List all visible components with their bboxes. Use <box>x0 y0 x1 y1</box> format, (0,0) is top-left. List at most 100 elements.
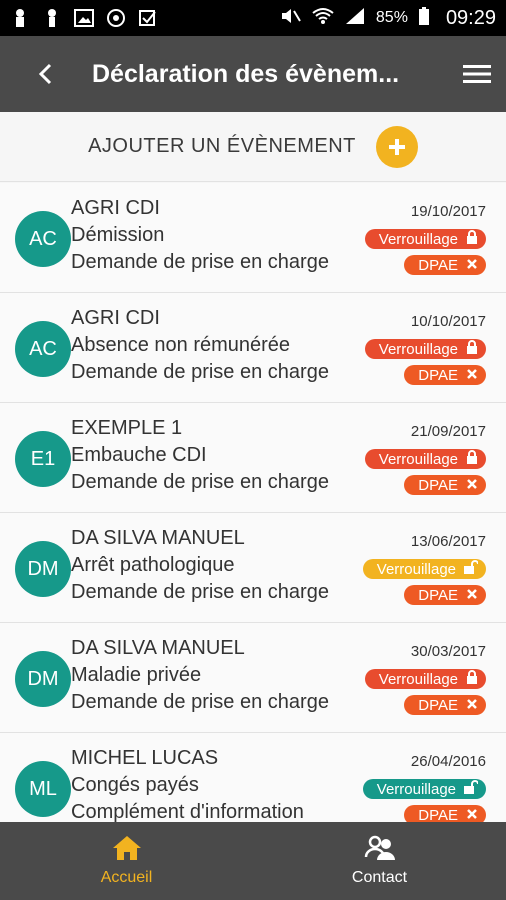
employee-name: DA SILVA MANUEL <box>71 637 245 659</box>
dpae-badge: DPAE <box>404 805 486 822</box>
event-row[interactable]: AC AGRI CDI Absence non rémunérée Demand… <box>0 293 506 403</box>
lock-badge-label: Verrouillage <box>378 340 458 358</box>
avatar: E1 <box>15 431 71 487</box>
avatar: AC <box>15 211 71 267</box>
lock-badge-label: Verrouillage <box>378 450 458 468</box>
back-arrow-icon <box>38 63 52 85</box>
dpae-badge: DPAE <box>404 475 486 495</box>
lock-badge-label: Verrouillage <box>378 670 458 688</box>
dpae-badge: DPAE <box>404 585 486 605</box>
notification-icon <box>10 8 30 28</box>
sync-icon <box>106 8 126 28</box>
add-event-button[interactable] <box>375 125 418 168</box>
event-list: AC AGRI CDI Démission Demande de prise e… <box>0 183 506 822</box>
lock-badge: Verrouillage <box>364 339 486 359</box>
back-button[interactable] <box>0 36 92 112</box>
battery-percent: 85% <box>375 9 408 26</box>
notification-icons <box>10 8 158 28</box>
check-icon <box>138 8 158 28</box>
avatar: ML <box>15 761 71 817</box>
event-type: Congés payés <box>71 774 199 796</box>
status-bar: 85% 09:29 <box>0 0 506 36</box>
lock-badge: Verrouillage <box>364 229 486 249</box>
employee-name: EXEMPLE 1 <box>71 417 183 439</box>
nav-item-accueil[interactable]: Accueil <box>0 822 253 900</box>
contact-icon <box>364 835 395 860</box>
avatar: AC <box>15 321 71 377</box>
lock-closed-icon <box>466 670 478 688</box>
lock-badge-label: Verrouillage <box>378 230 458 248</box>
plus-icon <box>388 138 405 155</box>
employee-name: AGRI CDI <box>71 307 160 329</box>
event-date: 13/06/2017 <box>410 533 486 550</box>
close-x-icon <box>466 477 478 494</box>
close-x-icon <box>466 367 478 384</box>
dpae-label: DPAE <box>418 696 458 714</box>
app-bar: Déclaration des évènem... <box>0 36 506 112</box>
event-type: Maladie privée <box>71 664 202 686</box>
lock-badge: Verrouillage <box>364 669 486 689</box>
image-icon <box>74 8 94 28</box>
event-row[interactable]: DM DA SILVA MANUEL Maladie privée Demand… <box>0 623 506 733</box>
menu-button[interactable] <box>448 36 506 112</box>
lock-badge-label: Verrouillage <box>376 780 456 798</box>
clock: 09:29 <box>445 6 496 29</box>
event-type: Embauche CDI <box>71 444 207 466</box>
lock-badge: Verrouillage <box>364 449 486 469</box>
dpae-label: DPAE <box>418 366 458 384</box>
lock-open-icon <box>464 560 479 578</box>
close-x-icon <box>466 697 478 714</box>
nav-label-accueil: Accueil <box>100 869 153 886</box>
battery-icon <box>418 6 430 31</box>
nav-label-contact: Contact <box>351 869 408 886</box>
mute-icon <box>280 7 302 30</box>
nav-item-contact[interactable]: Contact <box>253 822 506 900</box>
add-event-label: AJOUTER UN ÉVÈNEMENT <box>88 135 356 157</box>
event-type: Démission <box>71 224 165 246</box>
lock-closed-icon <box>466 340 478 358</box>
bottom-nav: Accueil Contact <box>0 822 506 900</box>
close-x-icon <box>466 587 478 604</box>
event-date: 30/03/2017 <box>410 643 486 660</box>
dpae-label: DPAE <box>418 256 458 274</box>
lock-closed-icon <box>466 230 478 248</box>
signal-icon <box>344 7 366 30</box>
lock-badge-label: Verrouillage <box>376 560 456 578</box>
event-detail: Demande de prise en charge <box>71 361 329 383</box>
hamburger-menu-icon <box>463 65 491 83</box>
lock-badge: Verrouillage <box>362 559 486 579</box>
event-row[interactable]: ML MICHEL LUCAS Congés payés Complément … <box>0 733 506 822</box>
event-date: 19/10/2017 <box>410 203 486 220</box>
event-detail: Demande de prise en charge <box>71 581 329 603</box>
dpae-label: DPAE <box>418 806 458 823</box>
event-date: 21/09/2017 <box>410 423 486 440</box>
event-detail: Demande de prise en charge <box>71 691 329 713</box>
dpae-badge: DPAE <box>404 695 486 715</box>
event-detail: Demande de prise en charge <box>71 471 329 493</box>
lock-closed-icon <box>466 450 478 468</box>
wifi-icon <box>312 7 334 30</box>
dpae-badge: DPAE <box>404 255 486 275</box>
event-row[interactable]: AC AGRI CDI Démission Demande de prise e… <box>0 183 506 293</box>
event-detail: Demande de prise en charge <box>71 251 329 273</box>
dpae-label: DPAE <box>418 476 458 494</box>
home-icon <box>112 836 141 860</box>
dpae-badge: DPAE <box>404 365 486 385</box>
event-row[interactable]: E1 EXEMPLE 1 Embauche CDI Demande de pri… <box>0 403 506 513</box>
lock-badge: Verrouillage <box>362 779 486 799</box>
lock-open-icon <box>464 780 479 798</box>
page-title: Déclaration des évènem... <box>92 59 400 88</box>
event-type: Arrêt pathologique <box>71 554 235 576</box>
notification-icon <box>42 8 62 28</box>
event-type: Absence non rémunérée <box>71 334 291 356</box>
event-row[interactable]: DM DA SILVA MANUEL Arrêt pathologique De… <box>0 513 506 623</box>
add-event-row[interactable]: AJOUTER UN ÉVÈNEMENT <box>0 112 506 182</box>
employee-name: DA SILVA MANUEL <box>71 527 245 549</box>
event-detail: Complément d'information <box>71 801 304 822</box>
event-date: 10/10/2017 <box>410 313 486 330</box>
dpae-label: DPAE <box>418 586 458 604</box>
avatar: DM <box>15 541 71 597</box>
employee-name: AGRI CDI <box>71 197 160 219</box>
avatar: DM <box>15 651 71 707</box>
close-x-icon <box>466 807 478 823</box>
